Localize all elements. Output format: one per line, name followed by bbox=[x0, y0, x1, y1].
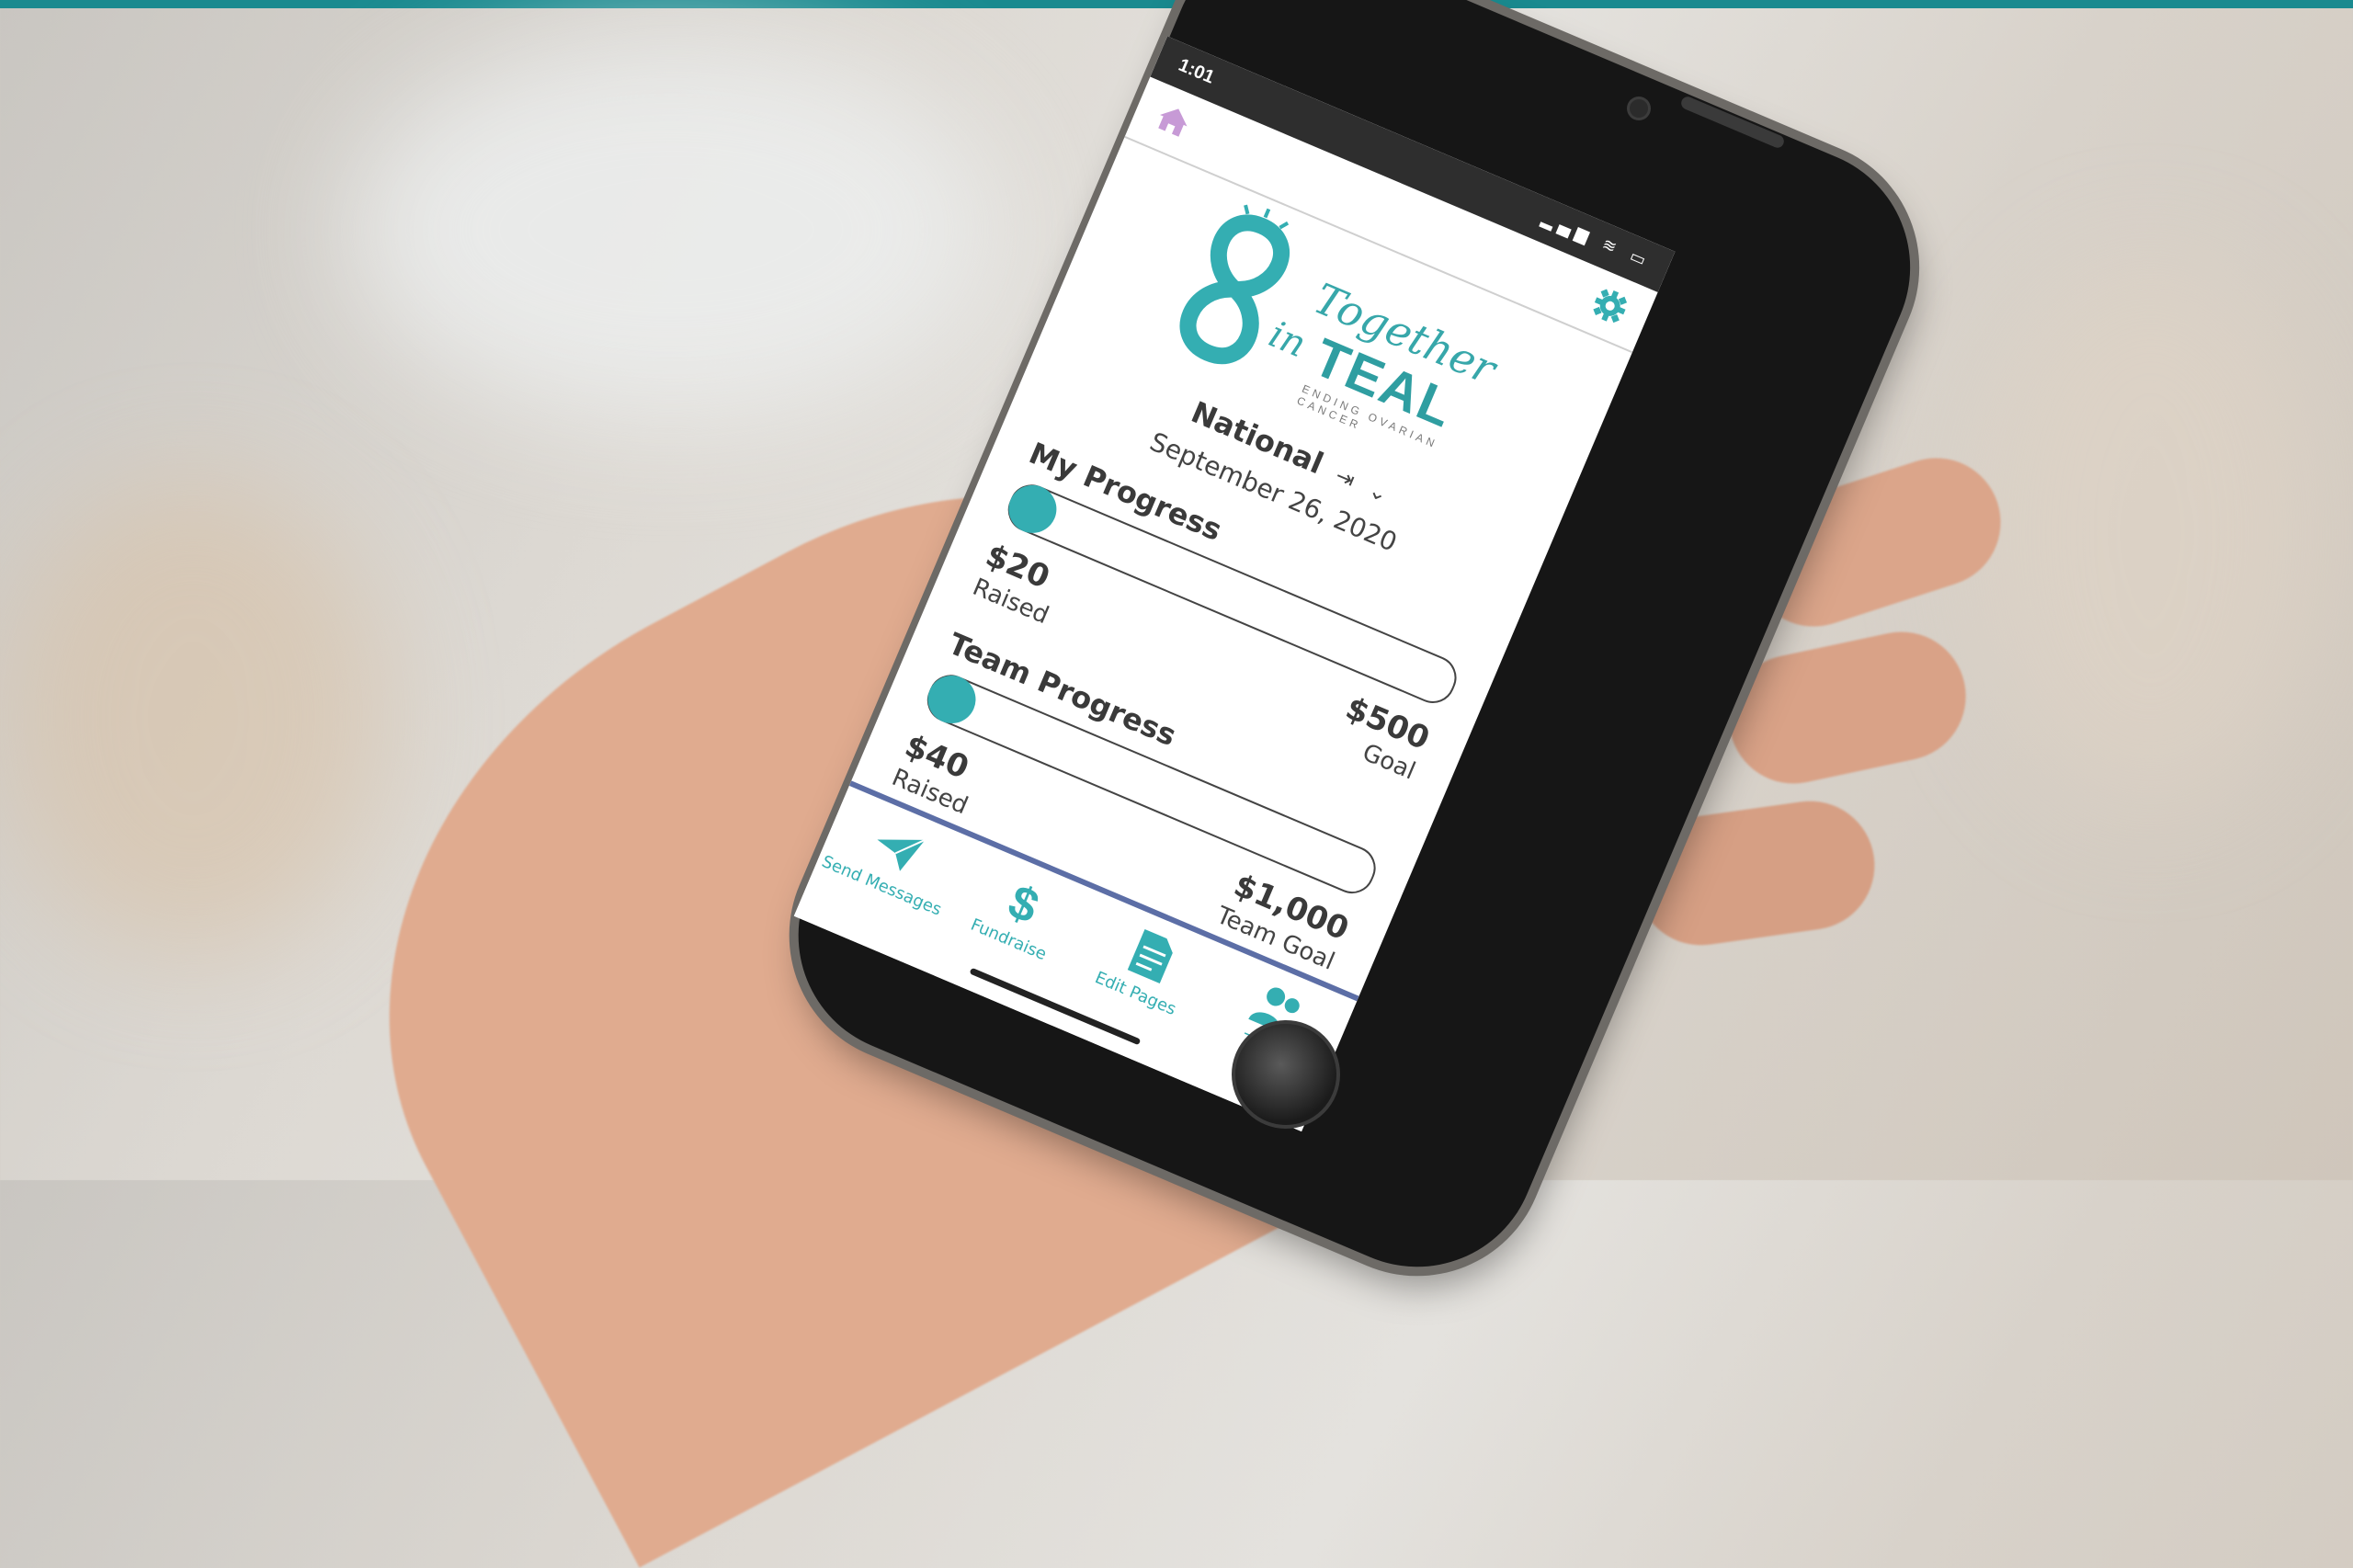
background-blur-right bbox=[1976, 257, 2325, 809]
tab-edit-pages[interactable]: Edit Pages bbox=[1068, 905, 1225, 1029]
my-progress-fill bbox=[1001, 477, 1064, 540]
home-icon[interactable] bbox=[1150, 97, 1198, 144]
tab-send-messages[interactable]: Send Messages bbox=[814, 798, 972, 922]
front-camera bbox=[1630, 99, 1648, 118]
background-blur-light bbox=[349, 37, 993, 423]
team-progress-fill bbox=[920, 667, 983, 732]
status-time: 1:01 bbox=[1175, 54, 1218, 88]
gear-icon[interactable] bbox=[1586, 282, 1633, 330]
top-accent-bar bbox=[0, 0, 2353, 8]
chevron-down-icon[interactable]: ⌄ bbox=[1365, 477, 1392, 508]
tab-fundraise[interactable]: $ Fundraise bbox=[941, 851, 1098, 975]
svg-text:$: $ bbox=[1001, 875, 1046, 935]
phone-home-button[interactable] bbox=[1232, 1020, 1340, 1129]
switch-event-icon[interactable]: ⇥ bbox=[1332, 462, 1358, 494]
background-blur-warm bbox=[0, 478, 386, 956]
